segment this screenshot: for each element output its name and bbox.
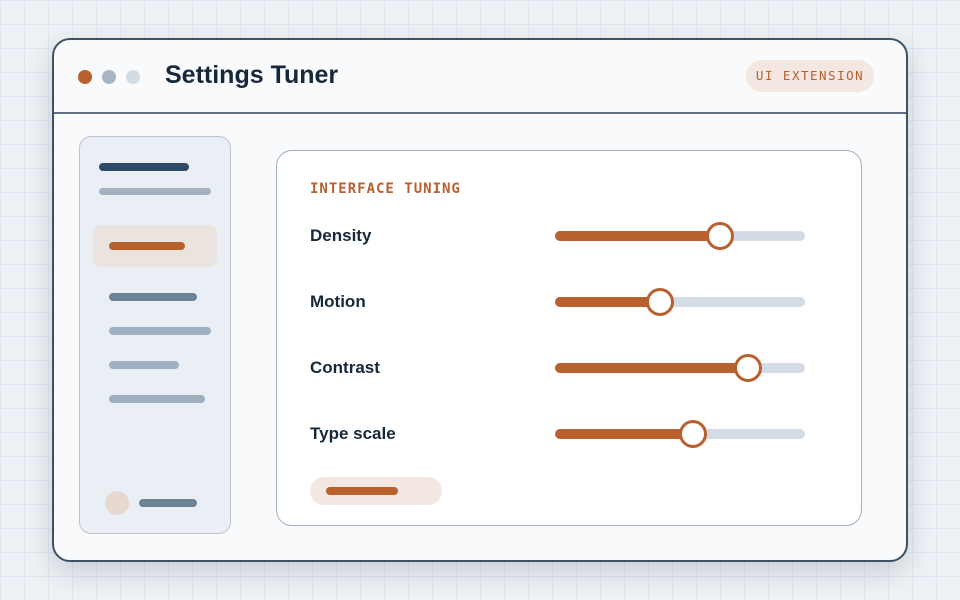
density-slider-fill xyxy=(555,231,720,241)
interface-tuning-panel: INTERFACE TUNING Density Motion Contrast xyxy=(276,150,862,526)
ui-extension-badge: UI EXTENSION xyxy=(746,60,874,92)
sidebar-item-active[interactable] xyxy=(93,225,217,267)
minimize-window-dot[interactable] xyxy=(102,70,116,84)
sidebar-item-placeholder[interactable] xyxy=(109,395,205,403)
type-scale-slider-track[interactable] xyxy=(555,420,805,448)
title-bar: Settings Tuner UI EXTENSION xyxy=(54,40,906,114)
maximize-window-dot[interactable] xyxy=(126,70,140,84)
contrast-slider-thumb[interactable] xyxy=(733,354,762,382)
slider-label: Type scale xyxy=(310,424,396,443)
user-name-placeholder xyxy=(139,499,197,507)
slider-label: Density xyxy=(310,226,372,245)
slider-row-contrast: Contrast xyxy=(277,353,861,383)
slider-label: Contrast xyxy=(310,358,380,377)
slider-row-motion: Motion xyxy=(277,287,861,317)
sidebar-item-active-label-placeholder xyxy=(109,242,185,250)
sidebar-heading-placeholder xyxy=(99,163,189,171)
app-window: Settings Tuner UI EXTENSION INTERFACE TU… xyxy=(52,38,908,562)
type-scale-slider-thumb[interactable] xyxy=(678,420,707,448)
sidebar-item-placeholder[interactable] xyxy=(109,361,179,369)
sidebar xyxy=(79,136,231,534)
apply-button-label-placeholder xyxy=(326,487,398,495)
apply-button[interactable] xyxy=(310,477,442,505)
sidebar-subheading-placeholder xyxy=(99,188,211,195)
avatar[interactable] xyxy=(105,491,129,515)
contrast-slider-fill xyxy=(555,363,748,373)
density-slider-thumb[interactable] xyxy=(706,222,734,250)
motion-slider-fill xyxy=(555,297,660,307)
section-title: INTERFACE TUNING xyxy=(310,181,461,197)
density-slider-track[interactable] xyxy=(555,222,805,250)
close-window-dot[interactable] xyxy=(78,70,92,84)
contrast-slider-track[interactable] xyxy=(555,354,805,382)
slider-row-type-scale: Type scale xyxy=(277,419,861,449)
sidebar-item-placeholder[interactable] xyxy=(109,327,211,335)
motion-slider-track[interactable] xyxy=(555,288,805,316)
type-scale-slider-fill xyxy=(555,429,693,439)
motion-slider-thumb[interactable] xyxy=(646,288,674,316)
sidebar-item-placeholder[interactable] xyxy=(109,293,197,301)
slider-label: Motion xyxy=(310,292,366,311)
app-title: Settings Tuner xyxy=(165,61,339,89)
slider-row-density: Density xyxy=(277,221,861,251)
